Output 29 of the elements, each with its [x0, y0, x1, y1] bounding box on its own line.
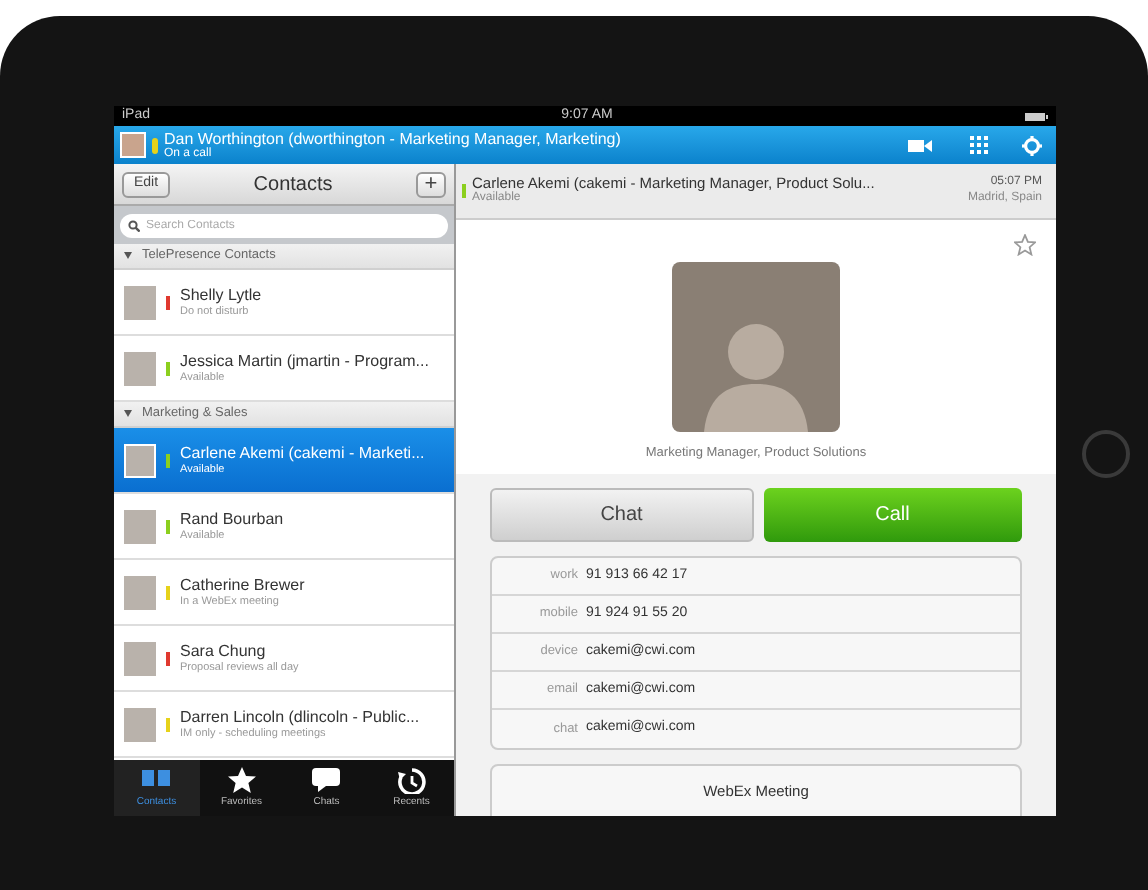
contact-name: Shelly Lytle — [180, 285, 262, 304]
contact-name: Darren Lincoln (dlincoln - Public... — [180, 707, 420, 726]
bubble-icon — [310, 765, 343, 794]
contact-name: Sara Chung — [180, 641, 268, 660]
caller-name: Dan Worthington (dworthington - Marketing Manager, Marketing) — [164, 131, 623, 147]
search-icon — [128, 219, 140, 231]
contact-name: Rand Bourban — [180, 509, 284, 530]
avatar — [124, 351, 156, 385]
contacts-title: Contacts — [253, 171, 333, 199]
disclosure-triangle-icon[interactable] — [124, 410, 132, 418]
add-button[interactable]: + — [416, 171, 446, 197]
clock-icon — [395, 765, 428, 794]
contact-name: Catherine Brewer — [180, 575, 305, 596]
contact-name: Carlene Akemi (cakemi - Marketi... — [180, 443, 425, 464]
avatar — [124, 575, 156, 609]
avatar — [124, 641, 156, 675]
video-camera-icon[interactable] — [908, 137, 932, 153]
avatar — [124, 509, 156, 543]
contact-name: Jessica Martin (jmartin - Program... — [180, 351, 429, 372]
star-icon — [225, 765, 258, 794]
star-icon[interactable] — [1014, 234, 1036, 256]
avatar — [124, 285, 156, 319]
chat-button[interactable]: Chat — [490, 488, 753, 542]
avatar — [124, 443, 156, 477]
battery-icon — [1023, 111, 1048, 121]
grid-icon[interactable] — [970, 136, 988, 154]
avatar — [124, 707, 156, 741]
disclosure-triangle-icon[interactable] — [124, 252, 132, 260]
avatar — [120, 132, 146, 158]
